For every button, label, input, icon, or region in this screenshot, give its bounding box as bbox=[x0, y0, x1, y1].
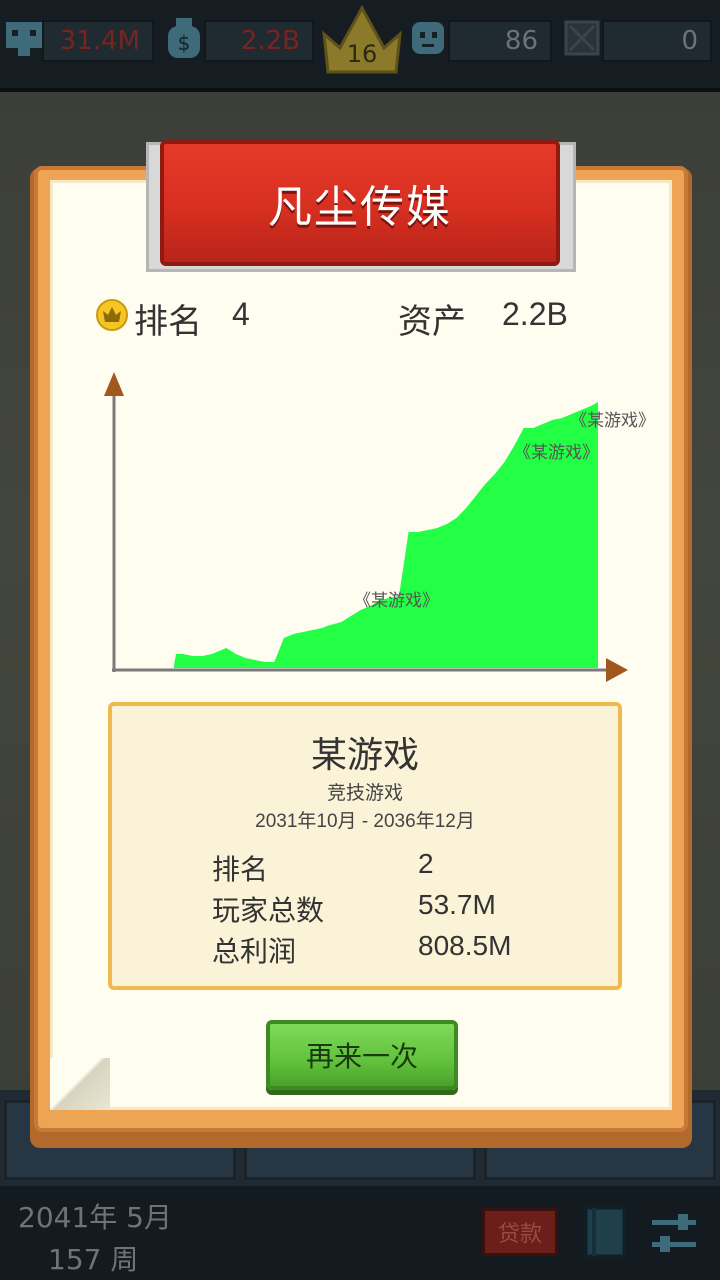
asset-label: 资产 bbox=[398, 302, 466, 342]
y-axis-arrow-icon bbox=[104, 372, 124, 396]
money-bag-icon: $ bbox=[162, 14, 206, 62]
money-value: 2.2B bbox=[240, 26, 300, 56]
game-name: 某游戏 bbox=[310, 735, 419, 776]
money-counter: 2.2B bbox=[204, 20, 314, 62]
game-period: 2031年10月 - 2036年12月 bbox=[255, 811, 475, 832]
rank-value: 4 bbox=[232, 296, 250, 332]
svg-text:$: $ bbox=[178, 31, 191, 55]
rank-label: 排名 bbox=[134, 302, 202, 342]
items-icon bbox=[560, 14, 604, 62]
book-icon[interactable] bbox=[582, 1206, 628, 1260]
fans-icon bbox=[2, 14, 46, 62]
game-stat-value: 2 bbox=[418, 848, 434, 879]
retry-button[interactable]: 再来一次 bbox=[266, 1020, 458, 1090]
chart-annotation: 《某游戏》 bbox=[354, 591, 439, 611]
staff-counter: 86 bbox=[448, 20, 552, 62]
game-stat-label: 总利润 bbox=[212, 935, 297, 968]
staff-icon bbox=[406, 14, 450, 62]
items-counter: 0 bbox=[602, 20, 712, 62]
x-axis-arrow-icon bbox=[606, 658, 628, 682]
asset-history-chart: 《某游戏》 《某游戏》 《某游戏》 bbox=[104, 372, 655, 682]
retry-button-label: 再来一次 bbox=[305, 1040, 418, 1073]
chart-annotation: 《某游戏》 bbox=[514, 443, 599, 463]
fans-counter: 31.4M bbox=[42, 20, 154, 62]
game-stat-label: 排名 bbox=[212, 853, 269, 886]
game-stat-value: 53.7M bbox=[418, 889, 496, 920]
settings-sliders-icon[interactable] bbox=[650, 1212, 698, 1256]
fans-value: 31.4M bbox=[59, 26, 140, 56]
game-stat-label: 玩家总数 bbox=[212, 894, 325, 927]
loan-button-label: 贷款 bbox=[497, 1222, 542, 1247]
current-date: 2041年 5月 bbox=[18, 1201, 172, 1234]
staff-value: 86 bbox=[504, 26, 538, 56]
company-ribbon: 凡尘传媒 bbox=[160, 140, 560, 266]
company-name: 凡尘传媒 bbox=[268, 182, 452, 233]
game-stat-value: 808.5M bbox=[418, 930, 512, 961]
items-value: 0 bbox=[681, 26, 698, 56]
crown-coin-icon bbox=[96, 299, 128, 331]
level-value: 16 bbox=[346, 40, 378, 68]
current-week: 157 周 bbox=[48, 1243, 139, 1276]
chart-annotation: 《某游戏》 bbox=[570, 411, 655, 431]
asset-value: 2.2B bbox=[502, 296, 568, 332]
loan-button[interactable]: 贷款 bbox=[482, 1208, 558, 1256]
asset-area-series bbox=[116, 402, 598, 668]
game-genre: 竞技游戏 bbox=[326, 782, 403, 804]
paper-curl-corner bbox=[50, 1058, 110, 1110]
